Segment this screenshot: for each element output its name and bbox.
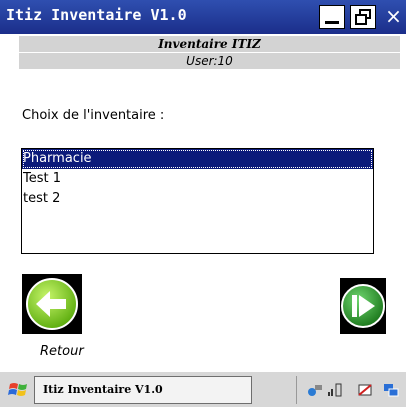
list-item[interactable]: test 2 [22,189,373,209]
inventory-choice-label: Choix de l'inventaire : [22,108,165,123]
arrow-left-icon [26,278,78,330]
minimize-button[interactable] [319,5,345,29]
taskbar-app-button[interactable]: Itiz Inventaire V1.0 [34,376,252,404]
back-button[interactable] [22,274,82,334]
play-next-icon [341,284,385,328]
minimize-icon [325,21,339,24]
back-label: Retour [40,344,84,359]
next-button[interactable] [340,278,386,334]
list-item[interactable]: Test 1 [22,169,373,189]
app-header-title: Inventaire ITIZ [19,36,400,52]
signal-icon[interactable] [327,382,343,398]
maximize-button[interactable] [350,5,376,29]
close-icon: × [385,4,402,28]
windows-flag-icon[interactable] [8,380,30,400]
list-item[interactable]: Pharmacie [22,149,373,169]
close-button[interactable]: × [381,5,406,29]
taskbar: Itiz Inventaire V1.0 [0,371,406,407]
title-bar: Itiz Inventaire V1.0 × [0,0,406,34]
system-tray [296,376,406,404]
inventory-listbox[interactable]: Pharmacie Test 1 test 2 [21,148,374,254]
user-label: User:10 [19,53,400,69]
window-title: Itiz Inventaire V1.0 [6,6,187,24]
sync-icon[interactable] [357,382,373,398]
restore-icon [355,9,371,25]
screen-icon[interactable] [383,382,399,398]
connectivity-icon[interactable] [307,382,323,398]
